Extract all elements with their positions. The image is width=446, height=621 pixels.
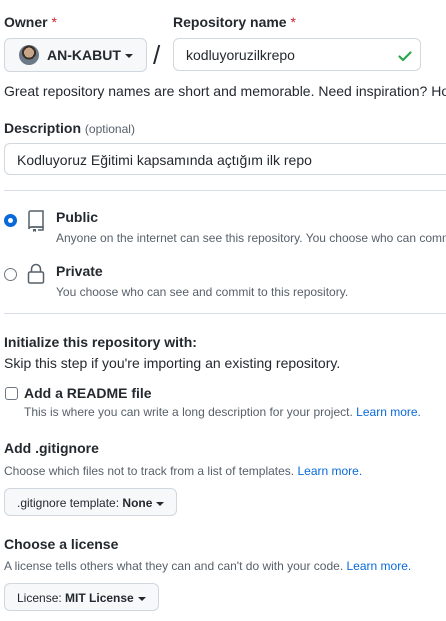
license-description: A license tells others what they can and… — [4, 559, 412, 573]
license-learn-more-link[interactable]: Learn more. — [347, 559, 412, 573]
public-radio[interactable] — [4, 214, 17, 227]
initialize-subtitle: Skip this step if you're importing an ex… — [4, 355, 341, 371]
readme-label: Add a README file — [24, 385, 152, 401]
gitignore-title: Add .gitignore — [4, 440, 99, 456]
repo-name-input[interactable]: kodluyoruzilkrepo — [173, 38, 421, 71]
license-title: Choose a license — [4, 536, 119, 552]
section-divider — [4, 190, 446, 191]
private-label: Private — [56, 263, 103, 279]
license-select-button[interactable]: License: MIT License — [4, 583, 159, 611]
owner-value: AN-KABUT — [47, 47, 133, 63]
readme-learn-more-link[interactable]: Learn more. — [356, 405, 421, 419]
check-icon — [398, 51, 412, 62]
repo-icon — [28, 210, 44, 232]
owner-label: Owner * — [4, 14, 57, 30]
description-label: Description (optional) — [4, 120, 135, 136]
description-input[interactable]: Kodluyoruz Eğitimi kapsamında açtığım il… — [4, 143, 446, 175]
readme-checkbox[interactable] — [5, 387, 18, 400]
owner-avatar — [19, 45, 39, 65]
owner-repo-separator: / — [153, 40, 161, 70]
lock-icon — [27, 263, 45, 284]
owner-select-button[interactable]: AN-KABUT — [4, 38, 147, 72]
public-label: Public — [56, 209, 99, 225]
description-value: Kodluyoruz Eğitimi kapsamında açtığım il… — [17, 152, 312, 168]
private-radio[interactable] — [4, 268, 17, 281]
section-divider — [4, 313, 446, 314]
readme-description: This is where you can write a long descr… — [24, 405, 421, 419]
chevron-down-icon — [156, 501, 165, 506]
gitignore-template-button[interactable]: .gitignore template: None — [4, 488, 178, 516]
repo-name-value: kodluyoruzilkrepo — [186, 47, 295, 63]
gitignore-description: Choose which files not to track from a l… — [4, 464, 363, 478]
chevron-down-icon — [124, 54, 133, 59]
gitignore-learn-more-link[interactable]: Learn more. — [297, 464, 362, 478]
repo-name-label: Repository name * — [173, 14, 296, 30]
chevron-down-icon — [137, 596, 146, 601]
private-description: You choose who can see and commit to thi… — [56, 285, 349, 299]
repo-name-hint: Great repository names are short and mem… — [4, 83, 446, 99]
public-description: Anyone on the internet can see this repo… — [56, 231, 446, 245]
initialize-title: Initialize this repository with: — [4, 334, 197, 350]
